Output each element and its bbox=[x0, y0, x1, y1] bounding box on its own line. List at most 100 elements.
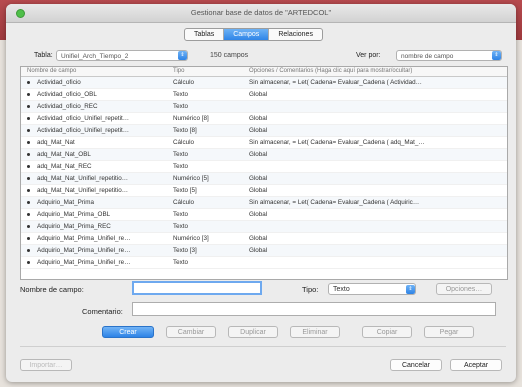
comment-label: Comentario: bbox=[82, 307, 123, 316]
field-type-cell: Texto bbox=[173, 103, 189, 110]
view-by-label: Ver por: bbox=[356, 52, 381, 59]
field-type-cell: Cálculo bbox=[173, 139, 194, 146]
table-header: Nombre de campo Tipo Opciones / Comentar… bbox=[21, 67, 507, 77]
create-button[interactable]: Crear bbox=[102, 326, 154, 338]
field-name-cell: Actividad_oficio_Unifiel_repetit… bbox=[37, 127, 130, 134]
field-type-cell: Texto bbox=[173, 259, 189, 266]
table-row[interactable]: Actividad_oficio_OBL Texto Global bbox=[21, 89, 507, 101]
bullet-icon bbox=[27, 141, 30, 144]
field-name-cell: Adquirio_Mat_Prima_Unifiel_re… bbox=[37, 247, 131, 254]
field-name-cell: Adquirio_Mat_Prima_OBL bbox=[37, 211, 111, 218]
field-name-cell: Actividad_oficio_Unifiel_repetit… bbox=[37, 115, 130, 122]
bullet-icon bbox=[27, 93, 30, 96]
import-button[interactable]: Importar… bbox=[20, 359, 72, 371]
tab-bar: Tablas Campos Relaciones bbox=[184, 28, 323, 41]
paste-button[interactable]: Pegar bbox=[424, 326, 474, 338]
table-row[interactable]: adq_Mat_Nat_OBL Texto Global bbox=[21, 149, 507, 161]
field-type-cell: Texto [5] bbox=[173, 187, 197, 194]
table-select-value: Unifiel_Arch_Tiempo_2 bbox=[61, 53, 129, 60]
bullet-icon bbox=[27, 225, 30, 228]
column-header-type[interactable]: Tipo bbox=[173, 68, 184, 74]
table-row[interactable]: adq_Mat_Nat Cálculo Sin almacenar, = Let( … bbox=[21, 137, 507, 149]
field-type-cell: Numérico [3] bbox=[173, 235, 209, 242]
column-header-options[interactable]: Opciones / Comentarios (Haga clic aquí p… bbox=[249, 68, 412, 74]
field-name-cell: adq_Mat_Nat bbox=[37, 139, 75, 146]
field-type-cell: Cálculo bbox=[173, 199, 194, 206]
field-type-cell: Numérico [8] bbox=[173, 115, 209, 122]
field-name-cell: Actividad_oficio bbox=[37, 79, 81, 86]
table-row[interactable]: Adquirio_Mat_Prima_Unifiel_re… Numérico [… bbox=[21, 233, 507, 245]
field-type-cell: Cálculo bbox=[173, 79, 194, 86]
field-options-cell: Global bbox=[249, 127, 268, 134]
accept-button[interactable]: Aceptar bbox=[450, 359, 502, 371]
field-options-cell: Global bbox=[249, 235, 268, 242]
copy-button[interactable]: Copiar bbox=[362, 326, 412, 338]
field-options-cell: Global bbox=[249, 151, 268, 158]
table-body: Actividad_oficio Cálculo Sin almacenar, = … bbox=[21, 77, 507, 269]
field-options-cell: Sin almacenar, = Let( Cadena= Evaluar_Ca… bbox=[249, 139, 425, 146]
field-options-cell: Global bbox=[249, 187, 268, 194]
field-name-cell: Adquirio_Mat_Prima_Unifiel_re… bbox=[37, 259, 131, 266]
field-name-cell: adq_Mat_Nat_Unifiel_repetitio… bbox=[37, 187, 129, 194]
divider bbox=[20, 346, 506, 347]
field-type-cell: Texto [3] bbox=[173, 247, 197, 254]
duplicate-button[interactable]: Duplicar bbox=[228, 326, 278, 338]
options-button[interactable]: Opciones… bbox=[436, 283, 492, 295]
bullet-icon bbox=[27, 177, 30, 180]
table-row[interactable]: adq_Mat_Nat_REC Texto bbox=[21, 161, 507, 173]
field-name-cell: adq_Mat_Nat_REC bbox=[37, 163, 92, 170]
table-row[interactable]: Actividad_oficio Cálculo Sin almacenar, = … bbox=[21, 77, 507, 89]
view-by-select[interactable]: nombre de campo ⇕ bbox=[396, 50, 502, 61]
field-options-cell: Global bbox=[249, 175, 268, 182]
tab-relations[interactable]: Relaciones bbox=[269, 29, 322, 40]
table-row[interactable]: adq_Mat_Nat_Unifiel_repetitio… Numérico [… bbox=[21, 173, 507, 185]
cancel-button[interactable]: Cancelar bbox=[390, 359, 442, 371]
comment-input[interactable] bbox=[132, 302, 496, 316]
field-type-cell: Texto bbox=[173, 151, 189, 158]
change-button[interactable]: Cambiar bbox=[166, 326, 216, 338]
field-options-cell: Sin almacenar, = Let( Cadena= Evaluar_Ca… bbox=[249, 79, 422, 86]
bullet-icon bbox=[27, 201, 30, 204]
field-options-cell: Global bbox=[249, 247, 268, 254]
field-name-cell: adq_Mat_Nat_OBL bbox=[37, 151, 91, 158]
fields-table[interactable]: Nombre de campo Tipo Opciones / Comentar… bbox=[20, 66, 508, 280]
table-row[interactable]: Adquirio_Mat_Prima_REC Texto bbox=[21, 221, 507, 233]
table-row[interactable]: Actividad_oficio_Unifiel_repetit… Texto [… bbox=[21, 125, 507, 137]
table-row[interactable]: Adquirio_Mat_Prima_Unifiel_re… Texto bbox=[21, 257, 507, 269]
field-name-cell: Adquirio_Mat_Prima_Unifiel_re… bbox=[37, 235, 131, 242]
field-type-cell: Numérico [5] bbox=[173, 175, 209, 182]
field-name-label: Nombre de campo: bbox=[20, 285, 84, 294]
delete-button[interactable]: Eliminar bbox=[290, 326, 340, 338]
field-name-cell: Adquirio_Mat_Prima_REC bbox=[37, 223, 111, 230]
column-header-name[interactable]: Nombre de campo bbox=[27, 68, 76, 74]
bullet-icon bbox=[27, 213, 30, 216]
table-row[interactable]: adq_Mat_Nat_Unifiel_repetitio… Texto [5] G… bbox=[21, 185, 507, 197]
bullet-icon bbox=[27, 249, 30, 252]
table-row[interactable]: Actividad_oficio_REC Texto bbox=[21, 101, 507, 113]
field-type-cell: Texto bbox=[173, 223, 189, 230]
field-name-cell: adq_Mat_Nat_Unifiel_repetitio… bbox=[37, 175, 129, 182]
title-bar: Gestionar base de datos de "ARTEDCOL" bbox=[6, 4, 516, 23]
field-type-cell: Texto bbox=[173, 211, 189, 218]
field-options-cell: Global bbox=[249, 211, 268, 218]
tab-fields[interactable]: Campos bbox=[224, 29, 270, 40]
tab-tables[interactable]: Tablas bbox=[185, 29, 225, 40]
type-select-value: Texto bbox=[333, 286, 350, 293]
type-select[interactable]: Texto ⇕ bbox=[328, 283, 416, 295]
chevron-updown-icon: ⇕ bbox=[406, 285, 415, 294]
table-row[interactable]: Adquirio_Mat_Prima_OBL Texto Global bbox=[21, 209, 507, 221]
field-name-cell: Actividad_oficio_OBL bbox=[37, 91, 97, 98]
table-row[interactable]: Actividad_oficio_Unifiel_repetit… Numéric… bbox=[21, 113, 507, 125]
field-name-cell: Adquirio_Mat_Prima bbox=[37, 199, 95, 206]
table-select[interactable]: Unifiel_Arch_Tiempo_2 ⇕ bbox=[56, 50, 188, 61]
bullet-icon bbox=[27, 261, 30, 264]
manage-database-dialog: Gestionar base de datos de "ARTEDCOL" Ta… bbox=[6, 4, 516, 382]
field-options-cell: Global bbox=[249, 115, 268, 122]
bullet-icon bbox=[27, 165, 30, 168]
view-by-select-value: nombre de campo bbox=[401, 53, 454, 60]
bullet-icon bbox=[27, 81, 30, 84]
field-name-input[interactable] bbox=[132, 281, 262, 295]
table-row[interactable]: Adquirio_Mat_Prima_Unifiel_re… Texto [3] G… bbox=[21, 245, 507, 257]
table-row[interactable]: Adquirio_Mat_Prima Cálculo Sin almacenar, … bbox=[21, 197, 507, 209]
window-title: Gestionar base de datos de "ARTEDCOL" bbox=[190, 8, 332, 17]
